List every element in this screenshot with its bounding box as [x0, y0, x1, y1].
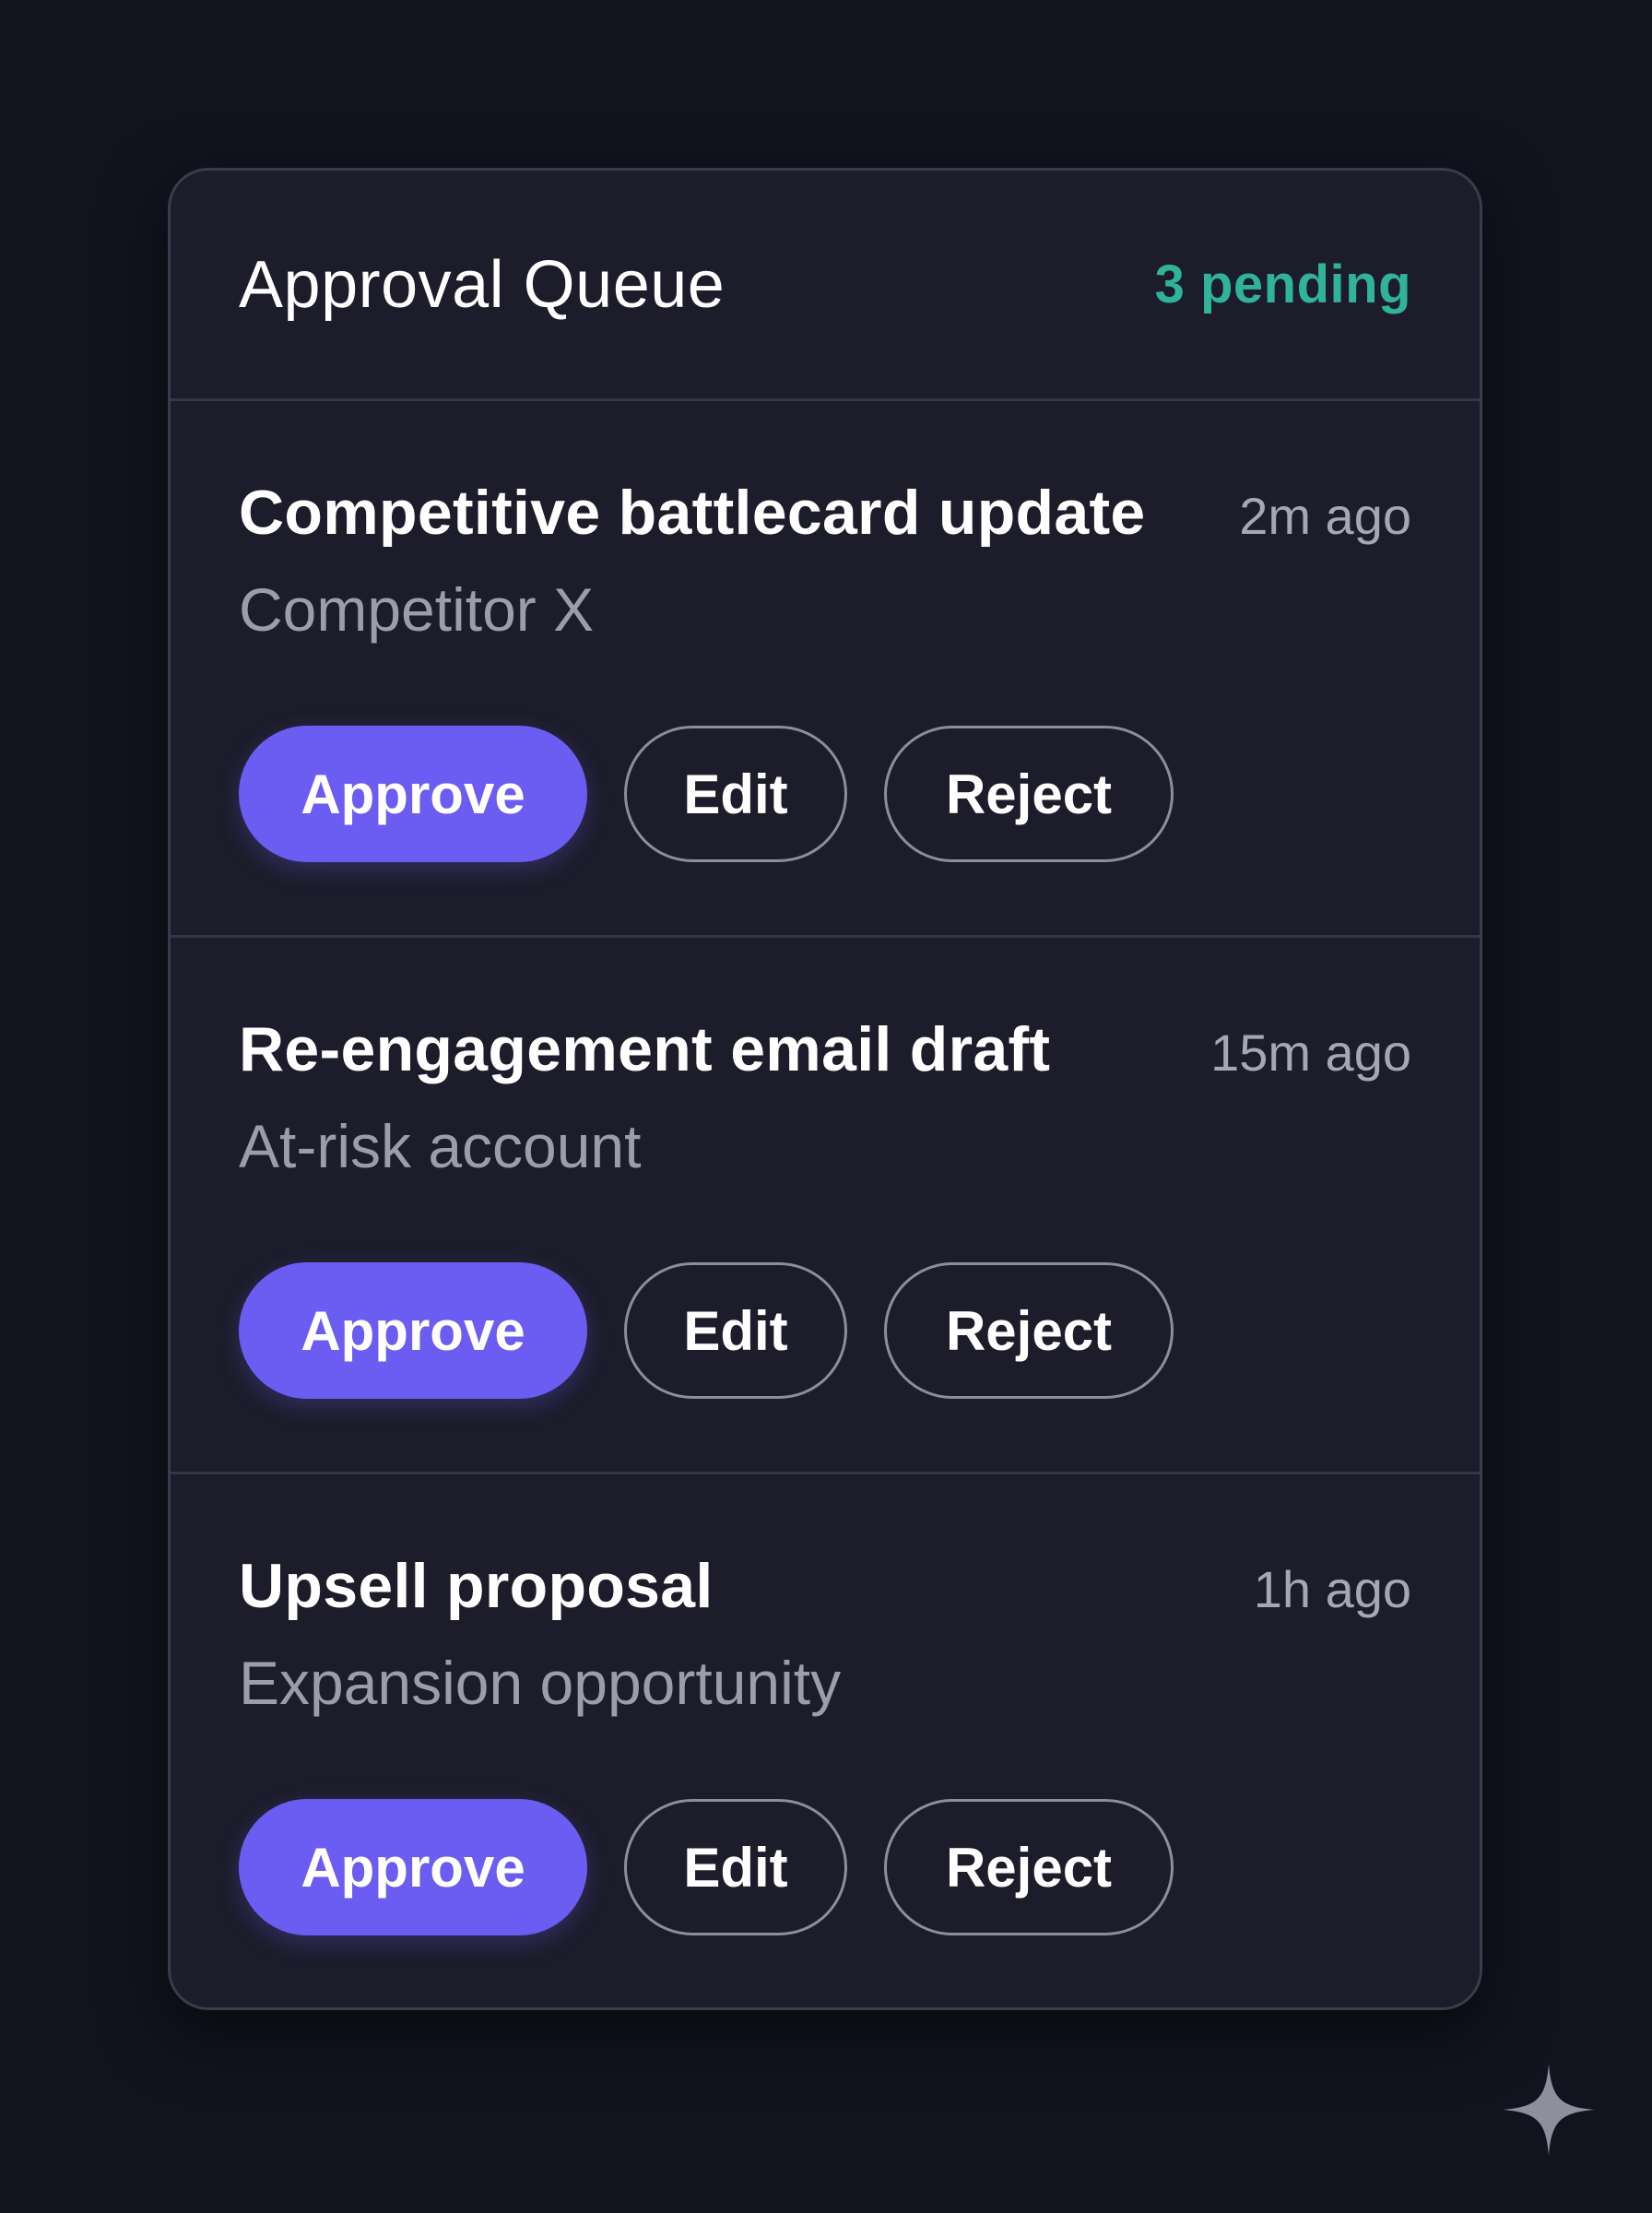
approval-item-header: Upsell proposal 1h ago	[239, 1474, 1411, 1622]
approval-item-actions: Approve Edit Reject	[239, 1799, 1174, 1935]
approval-queue-card: Approval Queue 3 pending Competitive bat…	[168, 168, 1482, 2010]
card-header: Approval Queue 3 pending	[171, 171, 1480, 401]
approval-item-title: Upsell proposal	[239, 1551, 714, 1621]
approval-item-subtitle: Competitor X	[239, 575, 595, 644]
approval-item-header: Competitive battlecard update 2m ago	[239, 401, 1411, 549]
edit-button[interactable]: Edit	[624, 726, 847, 862]
approval-item: Competitive battlecard update 2m ago Com…	[171, 401, 1480, 938]
approval-item-actions: Approve Edit Reject	[239, 1262, 1174, 1399]
approve-button[interactable]: Approve	[239, 1262, 587, 1399]
approval-item-title: Re-engagement email draft	[239, 1014, 1051, 1084]
approval-item-timestamp: 2m ago	[1239, 487, 1411, 545]
approval-item-actions: Approve Edit Reject	[239, 726, 1174, 862]
approve-button[interactable]: Approve	[239, 1799, 587, 1935]
approval-item: Re-engagement email draft 15m ago At-ris…	[171, 938, 1480, 1474]
approval-item-timestamp: 15m ago	[1210, 1024, 1411, 1082]
approval-item-title: Competitive battlecard update	[239, 478, 1146, 548]
sparkle-icon	[1503, 2064, 1595, 2156]
pending-count-badge: 3 pending	[1154, 254, 1411, 314]
approval-item: Upsell proposal 1h ago Expansion opportu…	[171, 1474, 1480, 2007]
approval-list: Competitive battlecard update 2m ago Com…	[171, 401, 1480, 2007]
edit-button[interactable]: Edit	[624, 1799, 847, 1935]
approval-item-subtitle: Expansion opportunity	[239, 1649, 842, 1717]
card-title: Approval Queue	[239, 247, 726, 322]
reject-button[interactable]: Reject	[884, 1799, 1174, 1935]
approve-button[interactable]: Approve	[239, 726, 587, 862]
reject-button[interactable]: Reject	[884, 726, 1174, 862]
reject-button[interactable]: Reject	[884, 1262, 1174, 1399]
approval-item-timestamp: 1h ago	[1253, 1560, 1411, 1618]
edit-button[interactable]: Edit	[624, 1262, 847, 1399]
approval-item-header: Re-engagement email draft 15m ago	[239, 938, 1411, 1085]
approval-item-subtitle: At-risk account	[239, 1112, 642, 1180]
